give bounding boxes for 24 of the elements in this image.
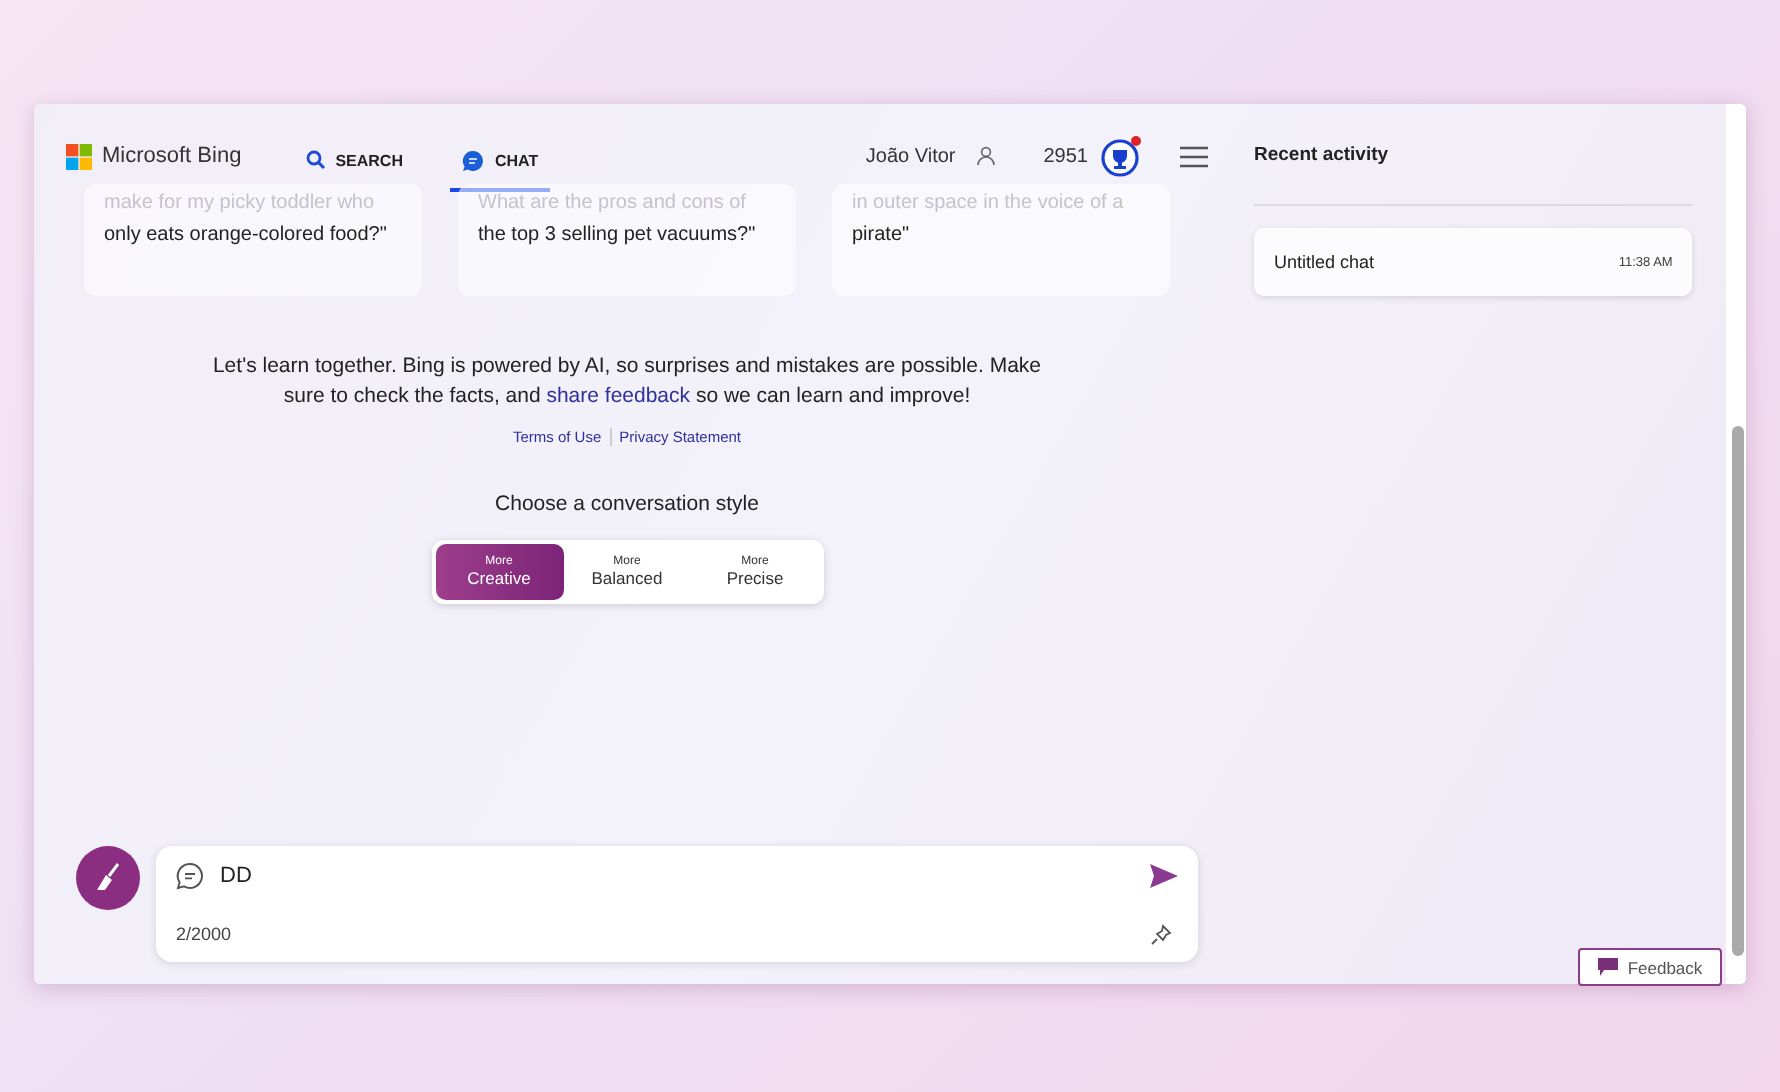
user-name: João Vitor: [865, 145, 956, 167]
points-count: 2951: [1043, 145, 1088, 167]
message-input[interactable]: DD: [220, 864, 1134, 888]
disclaimer-text: Let's learn together. Bing is powered by AI, so surprises and mistakes are possible. Make sure to check the facts, and share feedback so we can learn and improve!: [210, 352, 1044, 412]
feedback-link[interactable]: share feedback: [546, 384, 691, 408]
send-icon[interactable]: [1150, 864, 1178, 888]
search-icon: [305, 150, 326, 170]
chat-icon: [462, 149, 485, 171]
broom-icon: [92, 862, 124, 894]
feedback-button[interactable]: Feedback: [1578, 948, 1722, 986]
chat-bubble-icon: [176, 862, 204, 890]
new-topic-button[interactable]: [76, 846, 140, 910]
sidebar-title: Recent activity: [1254, 104, 1693, 206]
character-counter: 2/2000: [176, 924, 234, 944]
comment-icon: [1597, 958, 1618, 976]
user-icon[interactable]: [975, 146, 996, 166]
brand-name: Microsoft Bing: [102, 144, 242, 168]
nav-tab[interactable]: CHAT: [450, 120, 551, 192]
logo-icon: [66, 143, 92, 169]
trophy-icon[interactable]: [1100, 134, 1144, 178]
pin-icon[interactable]: [1150, 923, 1172, 945]
menu-icon[interactable]: [1180, 145, 1208, 167]
scrollbar[interactable]: [1726, 104, 1746, 984]
style-title: Choose a conversation style: [493, 492, 761, 516]
